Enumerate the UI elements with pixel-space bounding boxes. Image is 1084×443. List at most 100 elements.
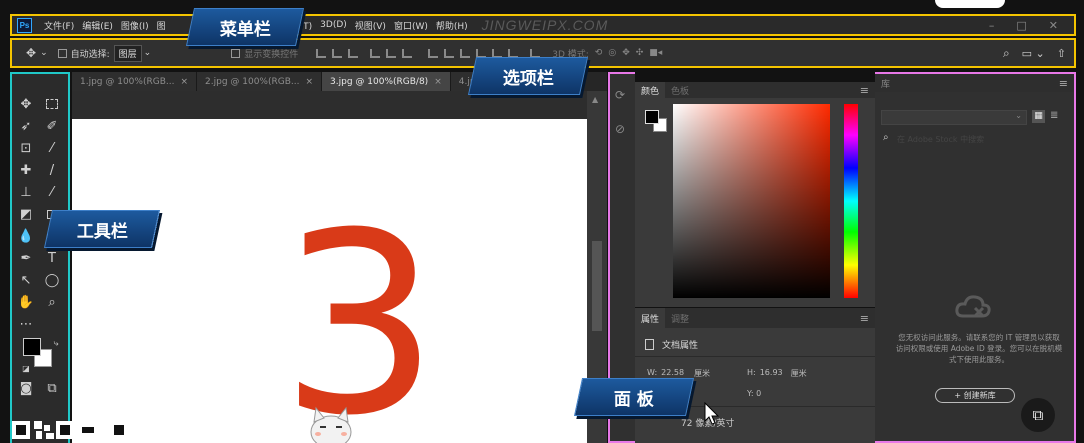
align-bottom-icon[interactable] — [348, 48, 359, 58]
scrollbar-thumb[interactable] — [592, 241, 602, 331]
menu-layer-partial[interactable]: 图 — [157, 19, 166, 32]
actions-panel-icon[interactable]: ⊘ — [615, 122, 625, 136]
video-overlay-button[interactable] — [935, 0, 1005, 8]
photoshop-logo[interactable]: Ps — [17, 17, 32, 33]
menu-edit[interactable]: 编辑(E) — [82, 19, 113, 32]
swap-colors-icon[interactable]: ⤷ — [46, 334, 66, 354]
auto-select-checkbox[interactable] — [57, 48, 67, 58]
panel-menu-icon[interactable]: ≡ — [860, 312, 869, 325]
3d-orbit-icon[interactable]: ⟲ — [595, 48, 603, 58]
distribute-top-icon[interactable] — [428, 48, 439, 58]
workspace-icon[interactable]: ▭ ⌄ — [1022, 47, 1045, 60]
clone-stamp-icon[interactable]: ⊥ — [16, 182, 36, 202]
close-tab-icon[interactable]: × — [180, 77, 188, 87]
lasso-tool-icon[interactable]: ➶ — [16, 116, 36, 136]
menu-bar: Ps 文件(F) 编辑(E) 图像(I) 图 滤镜(T) 3D(D) 视图(V)… — [10, 14, 1076, 36]
hand-tool-icon[interactable]: ✋ — [16, 292, 36, 312]
menu-3d[interactable]: 3D(D) — [320, 20, 347, 30]
default-colors-icon[interactable]: ◪ — [16, 358, 36, 378]
eraser-icon[interactable]: ◩ — [16, 204, 36, 224]
tab-document-3[interactable]: 3.jpg @ 100%(RGB/8) × — [322, 72, 451, 91]
picture-in-picture-icon[interactable]: ⧉ — [1021, 398, 1055, 432]
menu-view[interactable]: 视图(V) — [355, 19, 386, 32]
path-select-icon[interactable]: ↖ — [16, 270, 36, 290]
tab-document-2[interactable]: 2.jpg @ 100%(RGB... × — [197, 72, 323, 91]
minimize-icon[interactable]: – — [989, 19, 995, 32]
show-transform-checkbox[interactable] — [231, 48, 241, 58]
toolbar: ✥ ➶ ✐ ⊡ ⁄ ✚ / ⊥ ⁄ ◩ 💧 ● ✒ T ↖ ◯ ✋ ⌕ ⋯ ⤷ … — [10, 72, 70, 443]
brush-tool-icon[interactable]: / — [42, 160, 62, 180]
libraries-panel-tabs: 库 ≡ — [875, 74, 1074, 92]
tab-libraries[interactable]: 库 — [875, 77, 896, 90]
height-label: H: — [747, 368, 756, 377]
height-value[interactable]: 16.93 — [760, 368, 783, 379]
align-left-icon[interactable] — [370, 48, 381, 58]
panel-menu-icon[interactable]: ≡ — [1059, 77, 1068, 90]
menu-file[interactable]: 文件(F) — [44, 19, 74, 32]
panel-menu-icon[interactable]: ≡ — [860, 84, 869, 97]
foreground-color-swatch[interactable] — [23, 338, 41, 356]
healing-brush-icon[interactable]: ✚ — [16, 160, 36, 180]
menu-help[interactable]: 帮助(H) — [436, 19, 468, 32]
move-tool-icon[interactable]: ✥ — [26, 46, 36, 60]
distribute-bottom-icon[interactable] — [460, 48, 471, 58]
blur-tool-icon[interactable]: 💧 — [16, 226, 36, 246]
panel-foreground-swatch[interactable] — [645, 110, 659, 124]
maximize-icon[interactable]: □ — [1016, 19, 1026, 32]
callout-menubar: 菜单栏 — [185, 8, 305, 46]
eyedropper-icon[interactable]: ⁄ — [42, 138, 62, 158]
align-center-icon[interactable] — [386, 48, 397, 58]
close-icon[interactable]: ✕ — [1049, 19, 1058, 32]
quick-mask-icon[interactable]: ◙ — [16, 378, 36, 398]
more-tools-icon[interactable]: ⋯ — [16, 314, 36, 334]
align-middle-icon[interactable] — [332, 48, 343, 58]
3d-pan-icon[interactable]: ✥ — [622, 48, 630, 58]
zoom-tool-icon[interactable]: ⌕ — [42, 292, 62, 312]
tab-label: 3.jpg @ 100%(RGB/8) — [330, 76, 429, 87]
align-top-icon[interactable] — [316, 48, 327, 58]
library-select[interactable]: ⌄ — [881, 110, 1027, 125]
tab-properties[interactable]: 属性 — [635, 308, 666, 328]
close-tab-icon[interactable]: × — [434, 77, 442, 87]
tab-document-1[interactable]: 1.jpg @ 100%(RGB... × — [72, 72, 198, 91]
align-right-icon[interactable] — [402, 48, 413, 58]
history-brush-icon[interactable]: ⁄ — [42, 182, 62, 202]
channel-logo — [12, 420, 130, 440]
layer-select[interactable]: 图层 — [113, 44, 142, 62]
search-icon[interactable]: ⌕ — [1003, 46, 1010, 61]
screen-mode-icon[interactable]: ⧉ — [42, 378, 62, 398]
menu-window[interactable]: 窗口(W) — [394, 19, 428, 32]
doc-props-label: 文档属性 — [662, 341, 699, 351]
move-tool-icon[interactable]: ✥ — [16, 94, 36, 114]
tab-adjustments[interactable]: 调整 — [665, 312, 695, 325]
auto-select-label: 自动选择: — [70, 49, 110, 60]
3d-slide-icon[interactable]: ✣ — [636, 48, 644, 58]
pen-tool-icon[interactable]: ✒ — [16, 248, 36, 268]
tab-color[interactable]: 颜色 — [635, 82, 666, 98]
distribute-middle-icon[interactable] — [444, 48, 455, 58]
color-field[interactable] — [673, 104, 830, 298]
grid-view-icon[interactable]: ▦ — [1032, 110, 1045, 123]
quick-select-icon[interactable]: ✐ — [42, 116, 62, 136]
hue-slider[interactable] — [844, 104, 858, 298]
create-library-button[interactable]: + 创建新库 — [935, 388, 1015, 403]
libraries-panel: 库 ≡ ⌄ ▦ ≣ ⌕ 在 Adobe Stock 中搜索 您无权访问此服务。请… — [875, 72, 1076, 443]
scroll-up-icon[interactable]: ▲ — [592, 95, 598, 104]
crop-tool-icon[interactable]: ⊡ — [16, 138, 36, 158]
share-icon[interactable]: ⇧ — [1057, 47, 1066, 60]
stock-search-input[interactable]: 在 Adobe Stock 中搜索 — [897, 134, 1067, 145]
3d-roll-icon[interactable]: ◎ — [608, 48, 616, 58]
close-tab-icon[interactable]: × — [305, 77, 313, 87]
tab-swatches[interactable]: 色板 — [665, 84, 695, 97]
list-view-icon[interactable]: ≣ — [1050, 110, 1058, 121]
menu-image[interactable]: 图像(I) — [121, 19, 149, 32]
shape-tool-icon[interactable]: ◯ — [42, 270, 62, 290]
y-position[interactable]: Y: 0 — [747, 389, 761, 398]
history-panel-icon[interactable]: ⟳ — [615, 88, 625, 102]
3d-camera-icon[interactable]: ■◂ — [649, 48, 662, 58]
type-tool-icon[interactable]: T — [42, 248, 62, 268]
chevron-down-icon[interactable]: ⌄ — [144, 48, 152, 58]
mascot-image — [306, 404, 356, 443]
marquee-tool-icon[interactable] — [42, 94, 62, 114]
chevron-down-icon[interactable]: ⌄ — [40, 48, 48, 58]
